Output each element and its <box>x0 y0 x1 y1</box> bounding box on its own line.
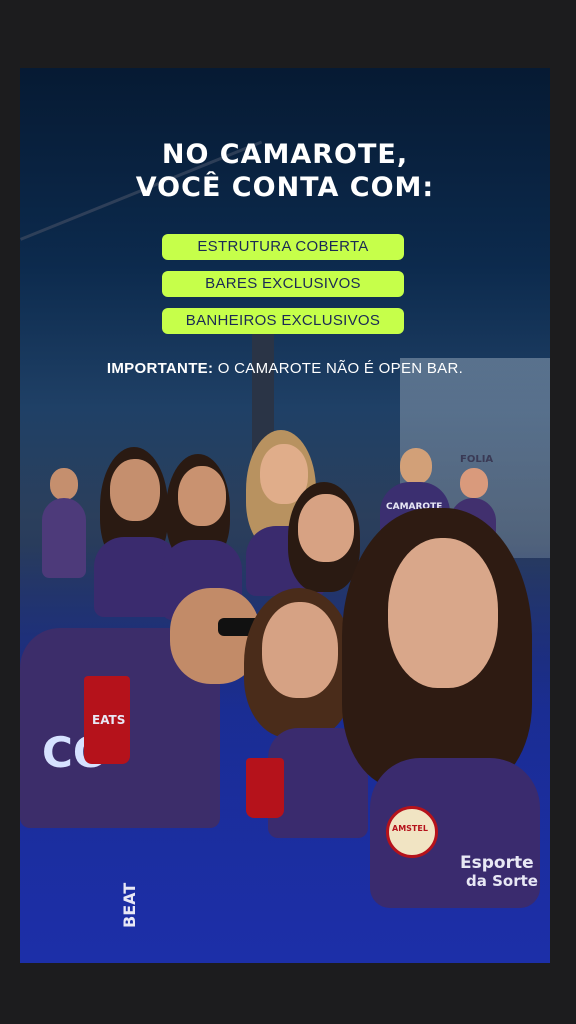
feature-pill-exclusive-bars: BARES EXCLUSIVOS <box>162 271 404 297</box>
important-text: O CAMAROTE NÃO É OPEN BAR. <box>213 360 464 377</box>
headline-line-2: VOCÊ CONTA COM: <box>135 172 435 203</box>
feature-pill-covered-structure: ESTRUTURA COBERTA <box>162 234 404 260</box>
headline-line-1: NO CAMAROTE, <box>161 139 409 170</box>
folia-sign: FOLIA <box>460 454 494 465</box>
important-label: IMPORTANTE: <box>106 360 214 377</box>
cup-logo-text: EATS <box>92 713 126 727</box>
important-notice: IMPORTANTE: O CAMAROTE NÃO É OPEN BAR. <box>20 360 550 377</box>
amstel-badge-text: AMSTEL <box>392 824 428 833</box>
feature-pill-exclusive-bathrooms: BANHEIROS EXCLUSIVOS <box>162 308 404 334</box>
sponsor-text-line2: da Sorte <box>466 872 538 890</box>
feature-list: ESTRUTURA COBERTA BARES EXCLUSIVOS BANHE… <box>162 234 404 345</box>
bottom-shirt-text: BEAT <box>120 882 139 928</box>
red-cup-center <box>246 758 284 818</box>
story-card: CAMAROTE FOLIA CO EATS AMSTEL Esporte da… <box>20 68 550 963</box>
headline: NO CAMAROTE, VOCÊ CONTA COM: <box>20 138 550 204</box>
sponsor-text-line1: Esporte <box>460 853 534 873</box>
